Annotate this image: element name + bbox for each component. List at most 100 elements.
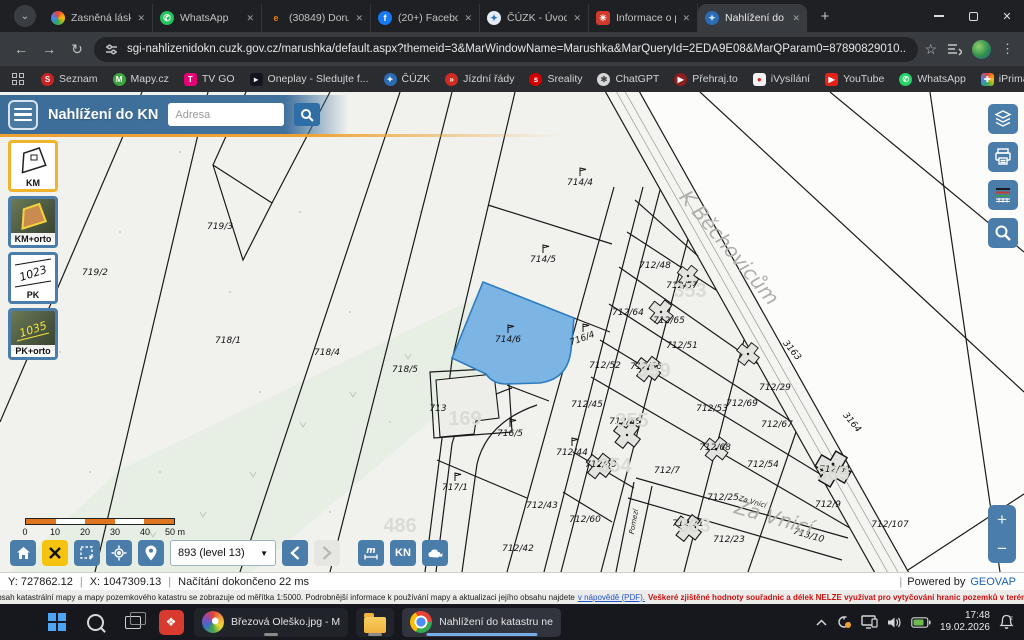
bookmark-favicon: ▶ <box>825 73 838 86</box>
bookmark-item[interactable]: ▶Přehraj.to <box>674 73 738 86</box>
site-settings-icon[interactable] <box>105 43 118 56</box>
speaker-icon[interactable] <box>887 616 902 629</box>
pan-button[interactable] <box>422 540 448 566</box>
bookmark-label: iPrima <box>999 73 1024 85</box>
level-select[interactable]: 893 (level 13) ▼ <box>170 540 276 566</box>
back-icon[interactable]: ← <box>10 41 32 57</box>
coord-x: X: 1047309.13 <box>90 576 162 588</box>
whatsapp-icon: ✆ <box>160 11 174 25</box>
print-icon[interactable] <box>988 142 1018 172</box>
battery-icon[interactable] <box>911 617 931 628</box>
bookmark-item[interactable]: ✦ČÚZK <box>384 73 431 86</box>
address-bar-actions: ☆ ⋮ <box>924 40 1014 59</box>
menu-kebab-icon[interactable]: ⋮ <box>1001 41 1014 57</box>
apps-grid-icon[interactable] <box>12 73 24 85</box>
reload-icon[interactable]: ↻ <box>66 41 88 58</box>
taskbar-app-paint[interactable]: Březová Oleško.jpg - M <box>194 608 348 637</box>
notification-bell-icon[interactable]: z <box>999 614 1014 630</box>
tab-search-chevron-icon[interactable]: ⌄ <box>14 5 36 27</box>
home-button[interactable] <box>10 540 36 566</box>
task-view-icon[interactable] <box>118 607 148 637</box>
parcel-label: 354 <box>598 455 632 477</box>
layer-button-pk[interactable]: 1023PK <box>8 252 58 304</box>
select-area-button[interactable] <box>74 540 100 566</box>
reading-list-icon[interactable] <box>947 43 962 56</box>
place-pin-button[interactable] <box>138 540 164 566</box>
parcel-label: 712/53 <box>696 404 728 414</box>
browser-tab[interactable]: f(20+) Facebook✕ <box>371 4 480 32</box>
omnibox[interactable]: sgi-nahlizenidokn.cuzk.gov.cz/marushka/d… <box>94 37 918 62</box>
browser-tab[interactable]: ✦Nahlížení do katastru✕ <box>698 4 807 32</box>
bookmark-item[interactable]: ●iVysílání <box>753 73 810 86</box>
clear-selection-button[interactable] <box>42 540 68 566</box>
tab-close-icon[interactable]: ✕ <box>246 13 254 24</box>
tab-close-icon[interactable]: ✕ <box>355 13 363 24</box>
parcel-label: 363 <box>677 515 710 537</box>
parcel-label: 718/1 <box>215 336 241 346</box>
new-tab-button[interactable]: + <box>813 4 837 28</box>
taskbar-clock[interactable]: 17:48 19.02.2026 <box>940 610 990 634</box>
browser-tab[interactable]: ✳Informace o pozemku✕ <box>589 4 698 32</box>
zoom-out-button[interactable]: − <box>988 534 1016 563</box>
bookmark-item[interactable]: ✆WhatsApp <box>899 73 965 86</box>
restore-button[interactable] <box>956 0 990 32</box>
measure-button[interactable]: m <box>358 540 384 566</box>
red-app-icon[interactable]: ❖ <box>156 607 186 637</box>
bookmark-favicon: ✻ <box>597 73 610 86</box>
bookmark-item[interactable]: MMapy.cz <box>113 73 169 86</box>
layer-button-km-orto[interactable]: KM+orto <box>8 196 58 248</box>
history-forward-button[interactable] <box>314 540 340 566</box>
browser-tab[interactable]: Zasněná láska✕ <box>44 4 153 32</box>
parcel-label: 714/5 <box>530 255 556 265</box>
geovap-link[interactable]: GEOVAP <box>970 576 1016 588</box>
browser-tab[interactable]: ✦ČÚZK - Úvod✕ <box>480 4 589 32</box>
cadastral-map[interactable]: 719/3719/2718/1718/4718/5714/4714/5714/6… <box>0 92 1024 572</box>
bookmark-item[interactable]: »Jízdní řády <box>445 73 514 86</box>
scale-tick: 30 <box>110 527 120 537</box>
layers-icon[interactable] <box>988 104 1018 134</box>
gps-locate-button[interactable] <box>106 540 132 566</box>
kn-info-button[interactable]: KN <box>390 540 416 566</box>
bookmark-item[interactable]: ✚iPrima <box>981 73 1024 86</box>
browser-tab[interactable]: ✆WhatsApp✕ <box>153 4 262 32</box>
history-back-button[interactable] <box>282 540 308 566</box>
bookmark-item[interactable]: TTV GO <box>184 73 235 86</box>
onedrive-sync-icon[interactable] <box>836 614 852 630</box>
close-button[interactable]: ✕ <box>990 0 1024 32</box>
bookmark-item[interactable]: sSreality <box>529 73 582 86</box>
profile-avatar[interactable] <box>972 40 991 59</box>
minimize-button[interactable] <box>922 0 956 32</box>
taskbar-app-explorer[interactable] <box>356 608 394 637</box>
bookmark-item[interactable]: ✻ChatGPT <box>597 73 659 86</box>
search-button[interactable] <box>294 103 320 126</box>
bookmark-item[interactable]: ▸Oneplay - Sledujte f... <box>250 73 369 86</box>
zoom-in-button[interactable]: + <box>988 505 1016 534</box>
tab-close-icon[interactable]: ✕ <box>137 13 145 24</box>
bookmark-item[interactable]: ▶YouTube <box>825 73 884 86</box>
hamburger-menu-icon[interactable] <box>8 100 38 130</box>
bookmark-item[interactable]: SSeznam <box>41 73 98 86</box>
tab-close-icon[interactable]: ✕ <box>573 13 581 24</box>
layer-button-pk-orto[interactable]: 1035PK+orto <box>8 308 58 360</box>
zoom-search-icon[interactable] <box>988 218 1018 248</box>
tray-chevron-icon[interactable] <box>816 619 827 626</box>
parcel-label: 718/5 <box>392 365 418 375</box>
start-button[interactable] <box>42 607 72 637</box>
taskbar-search-icon[interactable] <box>80 607 110 637</box>
display-icon[interactable] <box>861 615 878 629</box>
tab-close-icon[interactable]: ✕ <box>792 13 800 24</box>
window-controls: ✕ <box>922 0 1024 32</box>
forward-icon[interactable]: → <box>38 41 60 57</box>
parcel-label: 712/54 <box>747 460 779 470</box>
parcel-label: 712/42 <box>502 544 534 554</box>
tab-close-icon[interactable]: ✕ <box>682 13 690 24</box>
address-search-input[interactable] <box>168 103 284 126</box>
taskbar-app-chrome[interactable]: Nahlížení do katastru ne <box>402 608 561 637</box>
browser-tab[interactable]: e(30849) Doručená✕ <box>262 4 371 32</box>
header-accent-line <box>0 134 560 137</box>
layer-button-km[interactable]: KM <box>8 140 58 192</box>
legend-icon[interactable] <box>988 180 1018 210</box>
tab-close-icon[interactable]: ✕ <box>464 13 472 24</box>
bookmark-star-icon[interactable]: ☆ <box>924 41 937 58</box>
help-pdf-link[interactable]: v nápovědě (PDF). <box>578 593 645 602</box>
